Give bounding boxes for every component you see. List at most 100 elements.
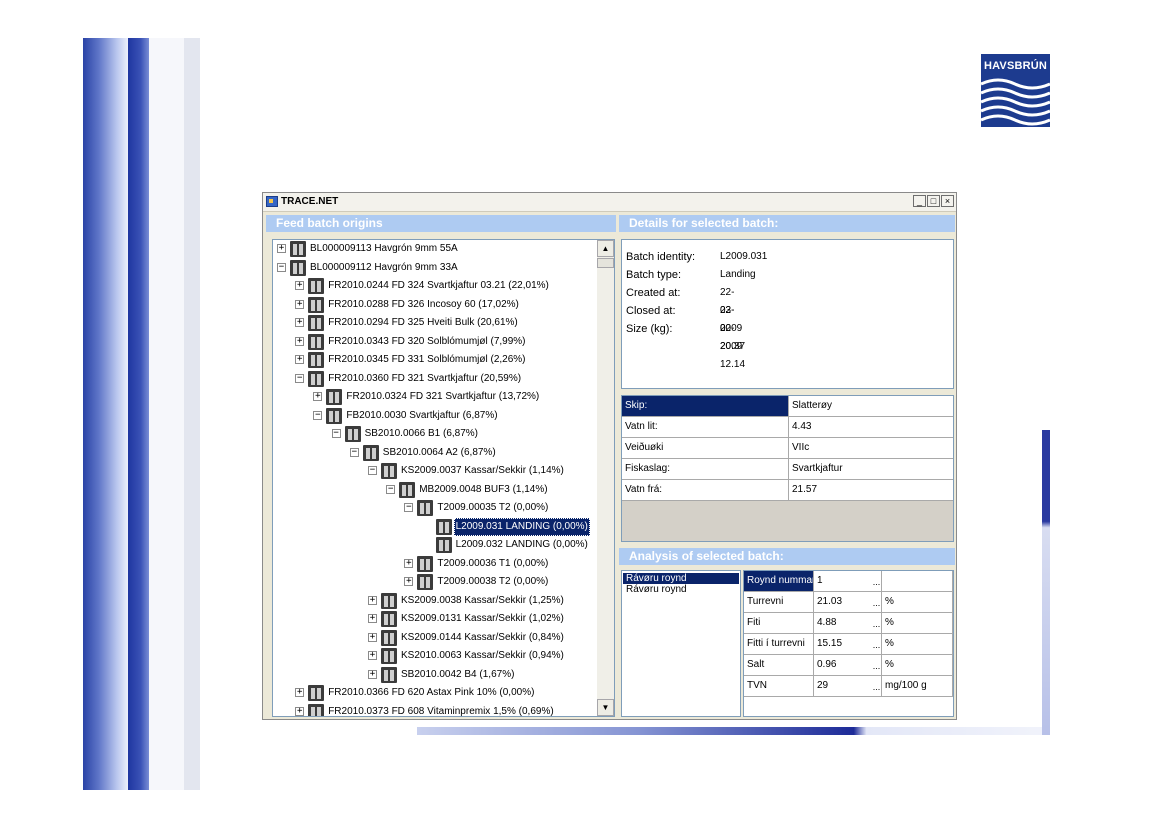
analysis-row[interactable]: Turrevni 21.03%... <box>744 592 953 613</box>
tree-node-label[interactable]: SB2010.0064 A2 (6,87%) <box>381 444 498 462</box>
analysis-list[interactable]: Rávøru roynd Rávøru roynd <box>621 570 741 717</box>
analysis-row[interactable]: TVN 29 mg/100 g... <box>744 676 953 697</box>
analysis-name[interactable]: Turrevni <box>744 592 814 613</box>
scroll-up-icon[interactable]: ▲ <box>597 240 614 257</box>
scroll-down-icon[interactable]: ▼ <box>597 699 614 716</box>
tree-node-label[interactable]: FR2010.0366 FD 620 Astax Pink 10% (0,00%… <box>326 684 536 702</box>
analysis-name[interactable]: Roynd nummar <box>744 571 814 592</box>
tree-node-label[interactable]: KS2009.0144 Kassar/Sekkir (0,84%) <box>399 629 566 647</box>
expand-icon[interactable]: + <box>368 632 377 642</box>
tree-node-label[interactable]: FB2010.0030 Svartkjaftur (6,87%) <box>344 407 499 425</box>
expand-icon[interactable]: + <box>368 614 377 623</box>
expand-icon[interactable]: + <box>295 299 305 309</box>
ellipsis-button[interactable]: ... <box>871 676 882 697</box>
analysis-unit[interactable]: mg/100 g <box>882 676 953 697</box>
ellipsis-button[interactable]: ... <box>871 634 882 655</box>
tree-node-label[interactable]: L2009.032 LANDING (0,00%) <box>454 536 590 554</box>
tree-node-label[interactable]: T2009.00035 T2 (0,00%) <box>435 499 550 517</box>
collapse-icon[interactable]: − <box>277 262 286 272</box>
tree-node-label[interactable]: FR2010.0244 FD 324 Svartkjaftur 03.21 (2… <box>326 277 551 295</box>
tree-node-label[interactable]: L2009.031 LANDING (0,00%) <box>453 517 590 536</box>
collapse-icon[interactable]: − <box>404 503 414 512</box>
expand-icon[interactable]: + <box>295 688 305 697</box>
scroll-thumb[interactable] <box>597 258 614 268</box>
expand-icon[interactable]: + <box>295 336 305 346</box>
expand-icon[interactable]: + <box>295 355 305 364</box>
ellipsis-button[interactable]: ... <box>871 592 882 613</box>
tree-node-label[interactable]: T2009.00036 T1 (0,00%) <box>435 555 550 573</box>
analysis-row[interactable]: Fiti 4.88%... <box>744 613 953 634</box>
minimize-button[interactable]: _ <box>913 195 926 207</box>
tree-node-label[interactable]: FR2010.0288 FD 326 Incosoy 60 (17,02%) <box>326 296 521 314</box>
property-row[interactable]: Skip: Slatterøy <box>622 396 953 417</box>
analysis-unit[interactable] <box>882 571 953 592</box>
expand-icon[interactable]: + <box>368 595 377 605</box>
collapse-icon[interactable]: − <box>368 466 377 475</box>
analysis-row[interactable]: Roynd nummar 1... <box>744 571 953 592</box>
analysis-row[interactable]: Fitti í turrevni 15.15%... <box>744 634 953 655</box>
property-row[interactable]: Veiðuøki VIIc <box>622 438 953 459</box>
tree-node-label[interactable]: KS2009.0038 Kassar/Sekkir (1,25%) <box>399 592 566 610</box>
close-button[interactable]: × <box>941 195 954 207</box>
tree-node-label[interactable]: SB2010.0042 B4 (1,67%) <box>399 666 516 684</box>
collapse-icon[interactable]: − <box>386 484 396 494</box>
expand-icon[interactable]: + <box>404 577 414 586</box>
properties-grid[interactable]: Skip: Slatterøy Vatn lit: 4.43 Veiðuøki VIIc F… <box>621 395 954 542</box>
property-key[interactable]: Vatn frá: <box>622 480 789 501</box>
property-value[interactable]: 4.43 <box>789 417 953 438</box>
expand-icon[interactable]: + <box>277 244 286 253</box>
ellipsis-button[interactable]: ... <box>871 571 882 592</box>
analysis-name[interactable]: TVN <box>744 676 814 697</box>
analysis-unit[interactable]: % <box>882 634 953 655</box>
tree-node-label[interactable]: FR2010.0294 FD 325 Hveiti Bulk (20,61%) <box>326 314 520 332</box>
collapse-icon[interactable]: − <box>313 410 323 420</box>
tree-node-label[interactable]: FR2010.0324 FD 321 Svartkjaftur (13,72%) <box>344 388 541 406</box>
property-row[interactable]: Vatn frá: 21.57 <box>622 480 953 501</box>
tree-node-label[interactable]: SB2010.0066 B1 (6,87%) <box>363 425 480 443</box>
collapse-icon[interactable]: − <box>295 373 305 383</box>
analysis-unit[interactable]: % <box>882 655 953 676</box>
expand-icon[interactable]: + <box>404 558 414 568</box>
analysis-list-item[interactable]: Rávøru roynd <box>623 573 739 584</box>
tree-node-label[interactable]: FR2010.0345 FD 331 Solblómumjøl (2,26%) <box>326 351 527 369</box>
expand-icon[interactable]: + <box>313 392 323 401</box>
tree-node-label[interactable]: MB2009.0048 BUF3 (1,14%) <box>417 481 549 499</box>
property-value[interactable]: VIIc <box>789 438 953 459</box>
property-value[interactable]: 21.57 <box>789 480 953 501</box>
analysis-name[interactable]: Fitti í turrevni <box>744 634 814 655</box>
analysis-list-item[interactable]: Rávøru roynd <box>623 584 690 595</box>
ellipsis-button[interactable]: ... <box>871 655 882 676</box>
analysis-grid[interactable]: Roynd nummar 1... Turrevni 21.03%... Fiti 4.8… <box>743 570 954 717</box>
tree-node-label[interactable]: BL000009112 Havgrón 9mm 33A <box>308 259 460 277</box>
tree-node-label[interactable]: FR2010.0343 FD 320 Solblómumjøl (7,99%) <box>326 333 527 351</box>
maximize-button[interactable]: □ <box>927 195 940 207</box>
property-value[interactable]: Slatterøy <box>789 396 953 417</box>
property-key[interactable]: Skip: <box>622 396 789 417</box>
property-key[interactable]: Vatn lit: <box>622 417 789 438</box>
expand-icon[interactable]: + <box>368 669 377 679</box>
analysis-row[interactable]: Salt 0.96%... <box>744 655 953 676</box>
property-row[interactable]: Vatn lit: 4.43 <box>622 417 953 438</box>
ellipsis-button[interactable]: ... <box>871 613 882 634</box>
tree-node-label[interactable]: KS2009.0037 Kassar/Sekkir (1,14%) <box>399 462 566 480</box>
analysis-unit[interactable]: % <box>882 613 953 634</box>
analysis-name[interactable]: Fiti <box>744 613 814 634</box>
tree-scrollbar[interactable]: ▲ ▼ <box>597 240 614 716</box>
batch-tree[interactable]: + FR2010.0373 FD 608 Vitaminpremix 1,5% (… <box>272 239 615 717</box>
property-key[interactable]: Veiðuøki <box>622 438 789 459</box>
title-bar[interactable]: TRACE.NET _ □ × <box>263 193 956 212</box>
expand-icon[interactable]: + <box>295 318 305 327</box>
collapse-icon[interactable]: − <box>349 447 359 457</box>
expand-icon[interactable]: + <box>368 651 377 660</box>
tree-node-label[interactable]: T2009.00038 T2 (0,00%) <box>435 573 550 591</box>
expand-icon[interactable]: + <box>295 281 305 290</box>
tree-node-label[interactable]: KS2010.0063 Kassar/Sekkir (0,94%) <box>399 647 566 665</box>
property-value[interactable]: Svartkjaftur <box>789 459 953 480</box>
tree-node-label[interactable]: FR2010.0373 FD 608 Vitaminpremix 1,5% (0… <box>326 703 555 717</box>
tree-node-label[interactable]: BL000009113 Havgrón 9mm 55A <box>308 240 460 258</box>
collapse-icon[interactable]: − <box>331 429 341 438</box>
tree-node-label[interactable]: KS2009.0131 Kassar/Sekkir (1,02%) <box>399 610 566 628</box>
expand-icon[interactable]: + <box>295 706 305 716</box>
property-key[interactable]: Fiskaslag: <box>622 459 789 480</box>
analysis-unit[interactable]: % <box>882 592 953 613</box>
